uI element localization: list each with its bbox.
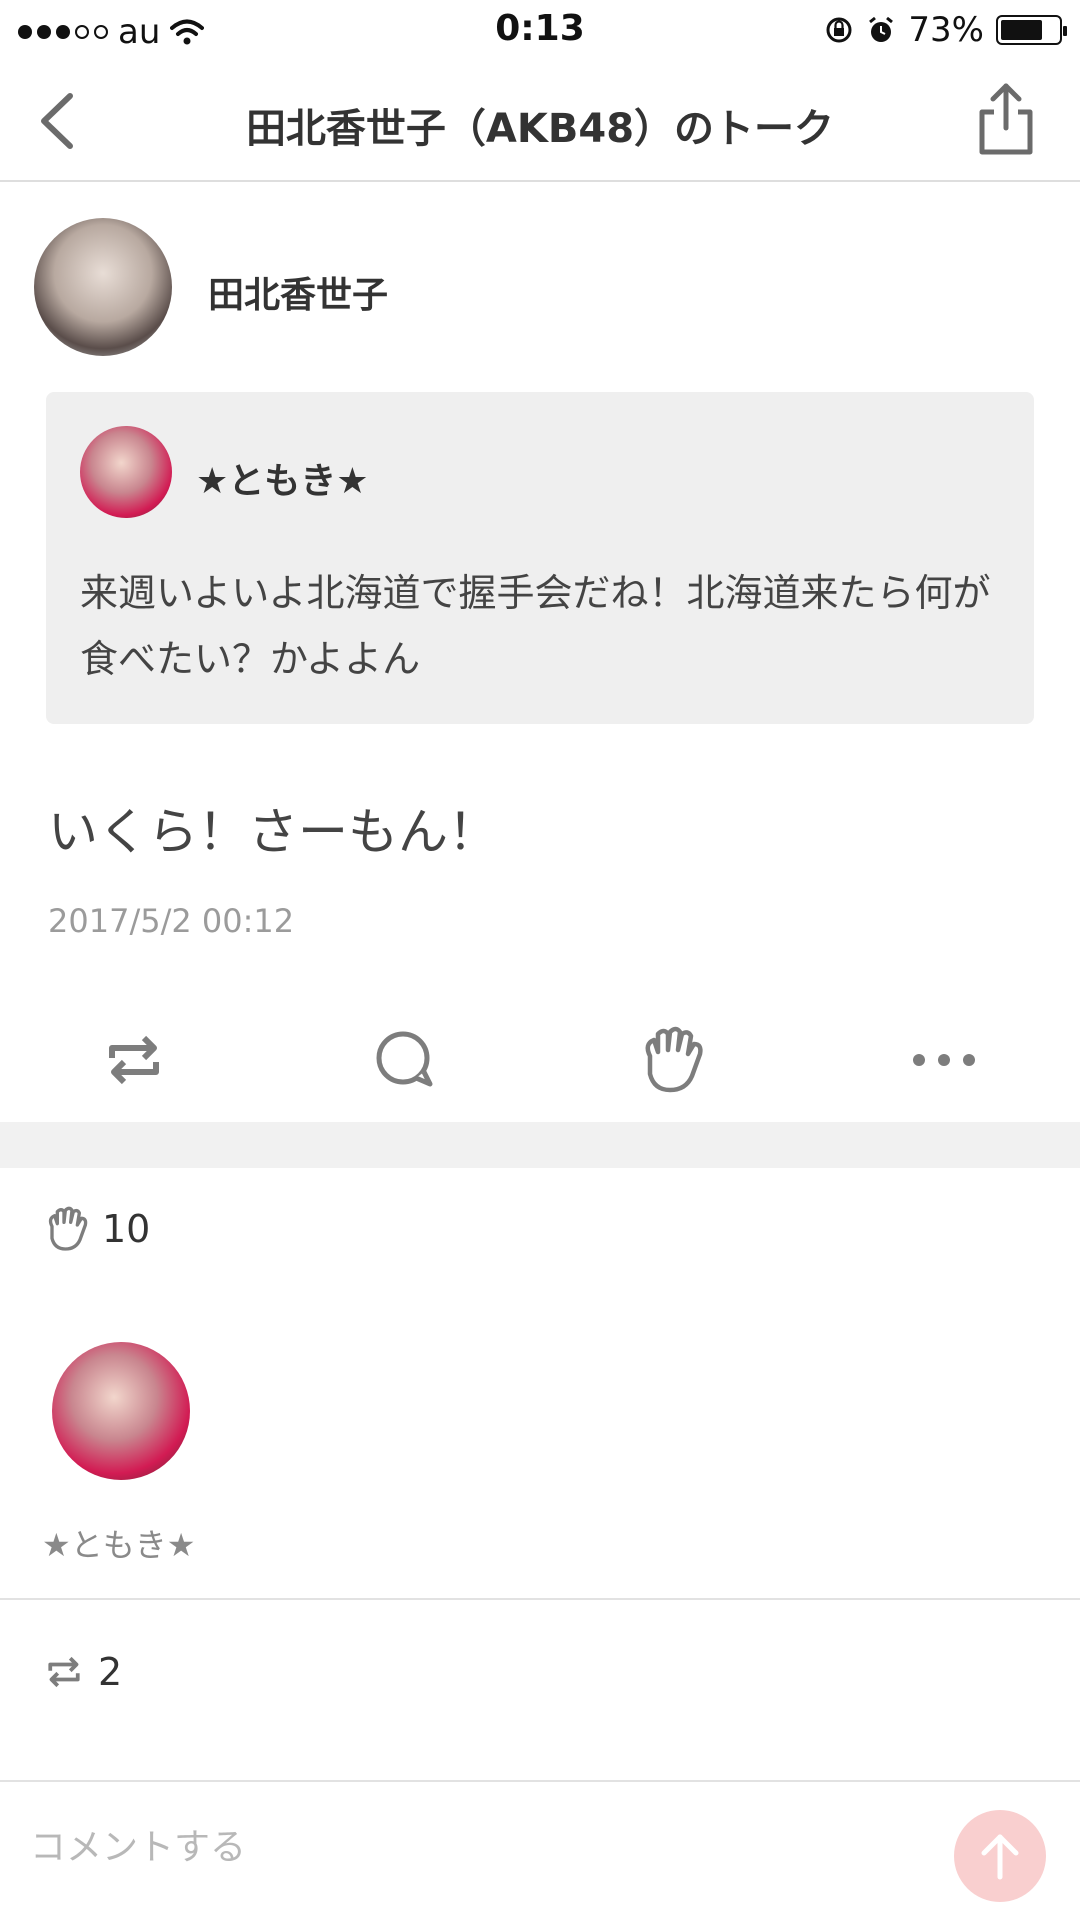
status-right: 73%	[824, 10, 1067, 50]
post-timestamp: 2017/5/2 00:12	[48, 902, 295, 940]
share-icon	[979, 83, 1033, 155]
orientation-lock-icon	[826, 17, 852, 43]
reply-text: いくら！さーもん！	[48, 803, 498, 861]
handshake-button[interactable]	[624, 1010, 724, 1110]
page-title: 田北香世子（AKB48）のトーク	[245, 106, 835, 152]
arrow-up-icon	[981, 1834, 1019, 1880]
repost-icon	[48, 1656, 80, 1688]
back-button[interactable]	[30, 88, 90, 154]
like-count: 10	[102, 1207, 151, 1251]
action-row	[0, 1010, 1080, 1110]
divider	[0, 1598, 1080, 1600]
send-button[interactable]	[954, 1810, 1046, 1902]
battery-level	[1001, 20, 1042, 40]
quoted-comment: ★ともき★ 来週いよいよ北海道で握手会だね！北海道来たら何が食べたい？かよよん	[46, 392, 1034, 724]
section-divider	[0, 1122, 1080, 1168]
alarm-icon	[869, 16, 894, 42]
comment-button[interactable]	[354, 1010, 454, 1110]
more-button[interactable]	[894, 1010, 994, 1110]
battery-percent: 73%	[908, 10, 984, 50]
more-icon	[913, 1054, 975, 1066]
handshake-icon	[48, 1206, 88, 1251]
comment-input[interactable]	[30, 1812, 910, 1882]
quoted-user-name[interactable]: ★ともき★	[196, 452, 369, 504]
liker-avatar[interactable]	[52, 1342, 190, 1480]
nav-bar: 田北香世子（AKB48）のトーク	[0, 60, 1080, 182]
battery-icon	[996, 15, 1067, 45]
like-count-row[interactable]: 10	[44, 1206, 150, 1252]
comment-icon	[376, 1031, 433, 1087]
quoted-user-avatar[interactable]	[80, 426, 172, 518]
repost-button[interactable]	[84, 1010, 184, 1110]
chevron-left-icon	[41, 93, 73, 149]
liker-name[interactable]: ★ともき★	[42, 1520, 195, 1566]
repost-count-row[interactable]: 2	[44, 1650, 122, 1694]
repost-icon	[109, 1035, 159, 1085]
repost-count: 2	[98, 1650, 123, 1694]
comment-bar	[0, 1782, 1080, 1920]
handshake-icon	[645, 1026, 703, 1093]
author-name[interactable]: 田北香世子	[208, 266, 388, 318]
quoted-comment-text: 来週いよいよ北海道で握手会だね！北海道来たら何が食べたい？かよよん	[80, 571, 991, 681]
share-button[interactable]	[976, 82, 1036, 158]
status-bar: au 0:13 73%	[0, 0, 1080, 60]
author-avatar[interactable]	[34, 218, 172, 356]
